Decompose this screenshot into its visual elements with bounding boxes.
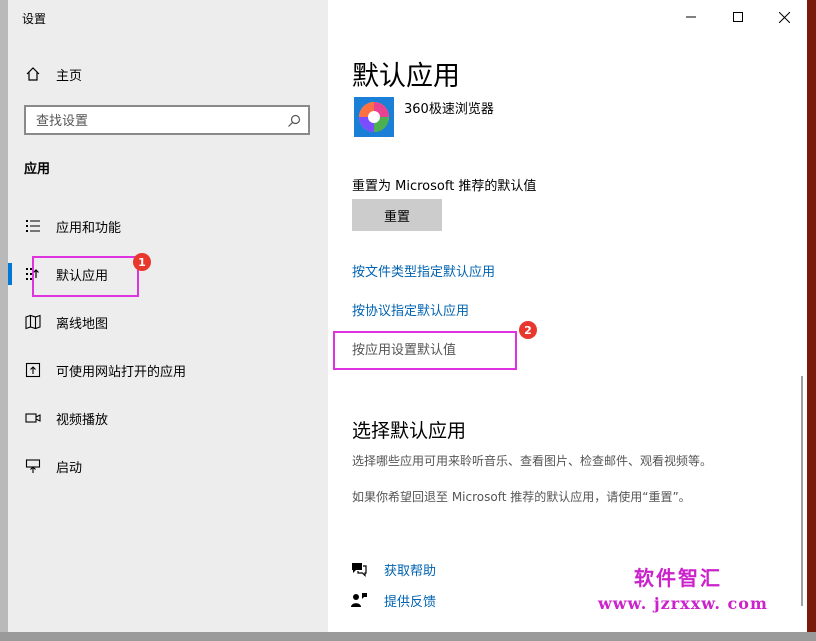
sidebar: 设置 主页 应用 应用和功能 默认应用 — [8, 0, 328, 632]
link-by-protocol[interactable]: 按协议指定默认应用 — [352, 300, 469, 319]
feedback-link[interactable]: 提供反馈 — [384, 591, 436, 610]
scrollbar[interactable] — [801, 376, 803, 606]
get-help-link[interactable]: 获取帮助 — [384, 560, 436, 579]
home-icon — [24, 65, 42, 83]
search-icon[interactable] — [286, 113, 302, 129]
link-by-file-type[interactable]: 按文件类型指定默认应用 — [352, 261, 495, 280]
settings-window: 设置 主页 应用 应用和功能 默认应用 — [8, 0, 807, 632]
sidebar-item-label: 可使用网站打开的应用 — [56, 364, 187, 380]
sidebar-item-label: 应用和功能 — [56, 220, 122, 236]
content-pane: 默认应用 360极速浏览器 重置为 Microsoft 推荐的默认值 重置 按文… — [328, 0, 807, 632]
video-playback-icon — [24, 409, 42, 427]
page-title: 默认应用 — [352, 61, 460, 92]
reset-description: 如果你希望回退至 Microsoft 推荐的默认应用，请使用“重置”。 — [352, 490, 691, 504]
annotation-badge-1: 1 — [133, 253, 151, 271]
home-label: 主页 — [56, 68, 83, 84]
watermark-title: 软件智汇 — [634, 566, 722, 590]
annotation-badge-2: 2 — [519, 321, 537, 339]
help-chat-icon — [350, 560, 368, 578]
annotation-box-2 — [333, 331, 517, 370]
sidebar-item-label: 离线地图 — [56, 316, 109, 332]
apps-features-icon — [24, 217, 42, 235]
search-input[interactable] — [36, 113, 276, 129]
sidebar-item-offline-maps[interactable]: 离线地图 — [8, 302, 328, 342]
sidebar-item-apps-features[interactable]: 应用和功能 — [8, 206, 328, 246]
browser-app-icon[interactable] — [354, 97, 394, 137]
startup-icon — [24, 457, 42, 475]
reset-button[interactable]: 重置 — [352, 199, 442, 231]
watermark-url: www. jzrxxw. com — [598, 594, 768, 613]
background-bottom — [0, 632, 816, 641]
window-title: 设置 — [22, 12, 47, 26]
choose-description: 选择哪些应用可用来聆听音乐、查看图片、检查邮件、观看视频等。 — [352, 454, 713, 468]
background-right — [806, 0, 816, 641]
sidebar-item-label: 启动 — [56, 460, 83, 476]
sidebar-item-video-playback[interactable]: 视频播放 — [8, 398, 328, 438]
apps-for-websites-icon — [24, 361, 42, 379]
section-title-choose-default: 选择默认应用 — [352, 420, 467, 442]
annotation-box-1 — [32, 256, 139, 297]
sidebar-item-home[interactable]: 主页 — [8, 54, 328, 94]
feedback-person-icon — [350, 591, 368, 609]
offline-maps-icon — [24, 313, 42, 331]
search-box[interactable] — [24, 105, 310, 135]
default-browser-name[interactable]: 360极速浏览器 — [404, 98, 494, 117]
reset-caption: 重置为 Microsoft 推荐的默认值 — [352, 179, 537, 194]
sidebar-item-startup[interactable]: 启动 — [8, 446, 328, 486]
sidebar-item-label: 视频播放 — [56, 412, 109, 428]
background-left — [0, 0, 8, 641]
sidebar-item-apps-for-websites[interactable]: 可使用网站打开的应用 — [8, 350, 328, 390]
section-label-apps: 应用 — [24, 162, 51, 177]
